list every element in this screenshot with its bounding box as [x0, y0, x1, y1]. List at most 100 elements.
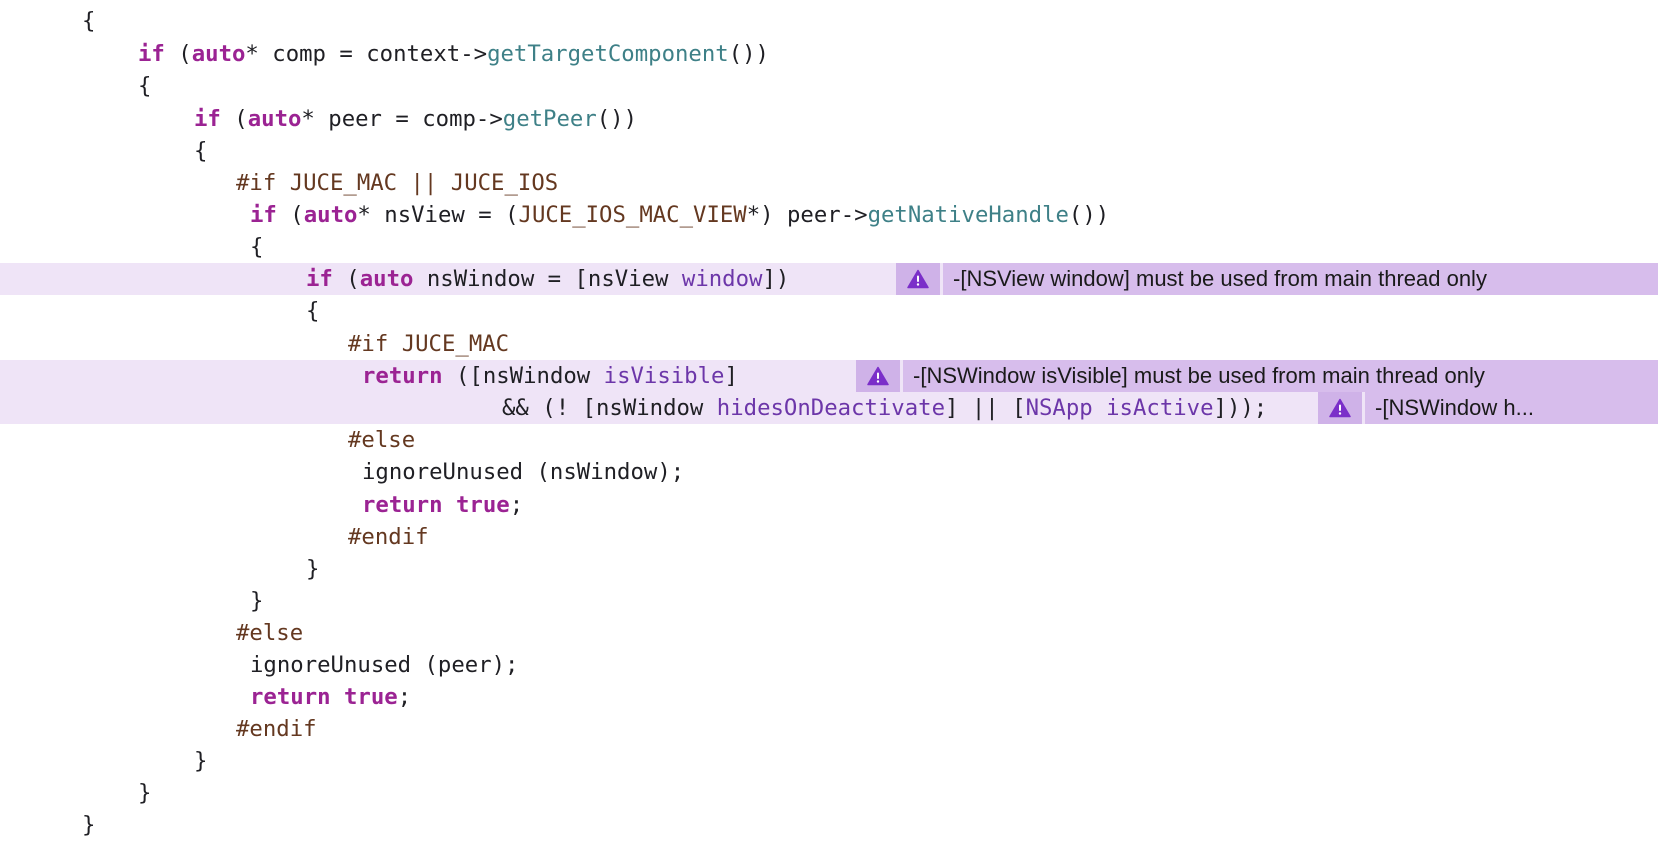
code-token: ( [164, 41, 192, 67]
code-text[interactable]: { [194, 135, 207, 167]
issue-annotation[interactable]: -[NSWindow h... [1318, 392, 1658, 424]
code-line[interactable]: #else [0, 424, 1658, 456]
code-line[interactable]: #if JUCE_MAC || JUCE_IOS [0, 167, 1658, 199]
code-token: getTargetComponent [487, 41, 729, 67]
code-token: if [138, 41, 165, 67]
code-line[interactable]: ignoreUnused (peer); [0, 649, 1658, 681]
code-token: isActive [1106, 395, 1214, 421]
code-token: ( [220, 106, 248, 132]
code-text[interactable]: ignoreUnused (peer); [250, 649, 518, 681]
code-token: window [681, 266, 763, 292]
code-text[interactable]: if (auto* comp = context->getTargetCompo… [138, 38, 769, 70]
code-token: auto [191, 41, 246, 67]
code-token: ()) [596, 106, 638, 132]
code-text[interactable]: } [250, 585, 263, 617]
code-text[interactable]: { [82, 5, 95, 37]
code-line[interactable]: #if JUCE_MAC [0, 328, 1658, 360]
code-line[interactable]: { [0, 135, 1658, 167]
issue-message: -[NSWindow isVisible] must be used from … [903, 360, 1658, 392]
warning-triangle-icon[interactable] [896, 263, 940, 295]
code-line[interactable]: #endif [0, 713, 1658, 745]
code-line[interactable]: } [0, 585, 1658, 617]
code-text[interactable]: #endif [348, 521, 429, 553]
code-text[interactable]: #else [236, 617, 303, 649]
code-token: ] || [ [945, 395, 1026, 421]
code-line[interactable]: && (! [nsWindow hidesOnDeactivate] || [N… [0, 392, 1658, 424]
code-line[interactable]: return true; [0, 489, 1658, 521]
code-line[interactable]: #endif [0, 521, 1658, 553]
issue-message: -[NSView window] must be used from main … [943, 263, 1658, 295]
code-line[interactable]: } [0, 745, 1658, 777]
code-text[interactable]: if (auto* peer = comp->getPeer()) [194, 103, 637, 135]
code-line[interactable]: } [0, 809, 1658, 841]
code-text[interactable]: if (auto* nsView = (JUCE_IOS_MAC_VIEW*) … [250, 199, 1109, 231]
code-token: JUCE_IOS_MAC_VIEW [518, 202, 747, 228]
code-line[interactable]: if (auto* nsView = (JUCE_IOS_MAC_VIEW*) … [0, 199, 1658, 231]
code-token: ]) [762, 266, 790, 292]
code-token: auto [359, 266, 414, 292]
code-token: ([nsWindow [442, 363, 604, 389]
code-token: if [250, 202, 277, 228]
code-text[interactable]: { [250, 231, 263, 263]
code-token: ignoreUnused (peer); [250, 652, 519, 678]
issue-annotation[interactable]: -[NSWindow isVisible] must be used from … [856, 360, 1658, 392]
code-text[interactable]: return true; [250, 681, 411, 713]
code-text[interactable]: #if JUCE_MAC || JUCE_IOS [236, 167, 558, 199]
code-text[interactable]: && (! [nsWindow hidesOnDeactivate] || [N… [502, 392, 1267, 424]
warning-triangle-icon[interactable] [1318, 392, 1362, 424]
code-text[interactable]: #if JUCE_MAC [348, 328, 509, 360]
code-line[interactable]: { [0, 70, 1658, 102]
code-text[interactable]: return true; [362, 489, 523, 521]
code-token: { [138, 73, 152, 99]
code-text[interactable]: #else [348, 424, 415, 456]
code-text[interactable]: { [306, 295, 319, 327]
issue-message: -[NSWindow h... [1365, 392, 1658, 424]
code-editor[interactable]: { if (auto* comp = context->getTargetComp… [0, 0, 1658, 868]
code-token: auto [303, 202, 358, 228]
code-token: return [362, 492, 443, 518]
code-line[interactable]: ignoreUnused (nsWindow); [0, 456, 1658, 488]
code-token: } [306, 556, 320, 582]
code-token: if [194, 106, 221, 132]
code-text[interactable]: } [82, 809, 95, 841]
issue-annotation[interactable]: -[NSView window] must be used from main … [896, 263, 1658, 295]
code-token: nsWindow = [nsView [413, 266, 682, 292]
code-token: return [362, 363, 443, 389]
code-token: true [455, 492, 510, 518]
code-token: * peer = comp-> [301, 106, 503, 132]
code-text[interactable]: } [194, 745, 207, 777]
code-line[interactable]: { [0, 5, 1658, 37]
code-token: hidesOnDeactivate [716, 395, 946, 421]
code-line[interactable]: #else [0, 617, 1658, 649]
code-text[interactable]: ignoreUnused (nsWindow); [362, 456, 684, 488]
code-line[interactable]: { [0, 295, 1658, 327]
code-line[interactable]: return true; [0, 681, 1658, 713]
code-text[interactable]: if (auto nsWindow = [nsView window]) [306, 263, 789, 295]
code-line[interactable]: if (auto* comp = context->getTargetCompo… [0, 38, 1658, 70]
code-token: *) peer-> [746, 202, 868, 228]
code-line[interactable]: return ([nsWindow isVisible] -[NSWindow i… [0, 360, 1658, 392]
code-token: } [82, 812, 96, 838]
code-token: getPeer [502, 106, 597, 132]
code-text[interactable]: return ([nsWindow isVisible] [362, 360, 738, 392]
code-line[interactable]: } [0, 553, 1658, 585]
code-line[interactable]: if (auto* peer = comp->getPeer()) [0, 103, 1658, 135]
code-token: auto [247, 106, 302, 132]
code-line[interactable]: if (auto nsWindow = [nsView window]) -[NS… [0, 263, 1658, 295]
code-text[interactable]: { [138, 70, 151, 102]
code-token: #else [348, 427, 416, 453]
code-token: { [250, 234, 264, 260]
code-line[interactable]: { [0, 231, 1658, 263]
code-text[interactable]: #endif [236, 713, 317, 745]
code-line[interactable]: } [0, 777, 1658, 809]
code-token: { [82, 8, 96, 34]
code-token: #if JUCE_MAC || JUCE_IOS [236, 170, 559, 196]
code-token: getNativeHandle [867, 202, 1069, 228]
code-token: ( [332, 266, 360, 292]
warning-triangle-icon[interactable] [856, 360, 900, 392]
code-text[interactable]: } [138, 777, 151, 809]
code-token: ( [276, 202, 304, 228]
code-text[interactable]: } [306, 553, 319, 585]
